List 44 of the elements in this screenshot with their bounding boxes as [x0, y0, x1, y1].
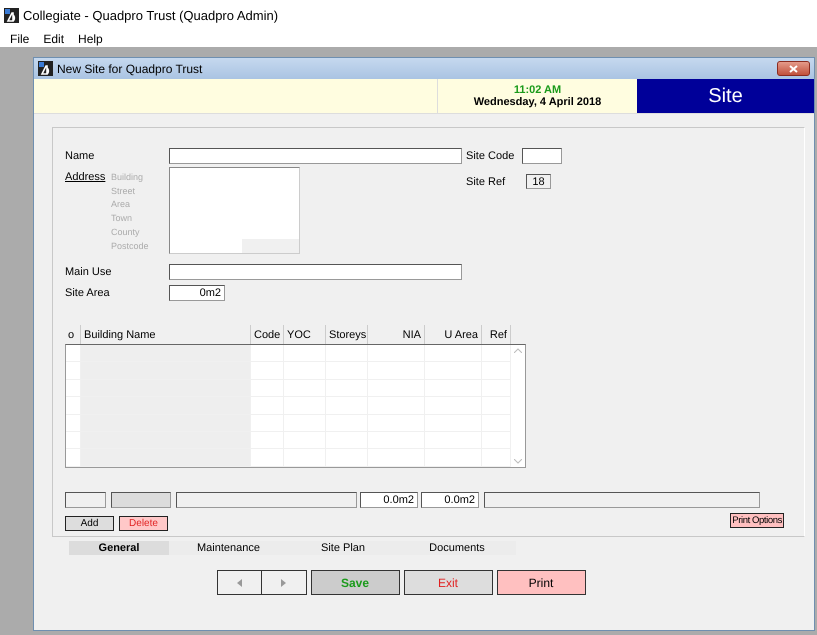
- window-logo-icon: [38, 61, 53, 76]
- tab[interactable]: General: [69, 541, 169, 555]
- field-label: Main Use: [65, 266, 112, 278]
- field-label: Site Code: [465, 150, 516, 162]
- address-link[interactable]: Address: [65, 168, 111, 183]
- address-line-label: Town: [111, 212, 134, 226]
- name-field[interactable]: [169, 148, 462, 164]
- add-button[interactable]: Add: [65, 516, 114, 531]
- tab[interactable]: Documents: [398, 541, 516, 555]
- menu-item[interactable]: File: [10, 32, 30, 46]
- total-field: [111, 492, 171, 508]
- close-icon: [789, 64, 798, 72]
- address-line-label: Postcode: [111, 240, 150, 253]
- main-use-field[interactable]: [169, 264, 462, 280]
- site-ref-value: 18: [526, 174, 551, 189]
- app-title: Collegiate - Quadpro Trust (Quadpro Admin): [23, 8, 278, 22]
- field-label: Name: [65, 150, 96, 162]
- right-triangle-icon: [281, 578, 286, 586]
- exit-button[interactable]: Exit: [404, 570, 492, 595]
- site-area-field[interactable]: 0m2: [169, 285, 225, 301]
- close-button[interactable]: [777, 61, 810, 76]
- print-options-button[interactable]: Print Options: [730, 513, 784, 528]
- tab[interactable]: Maintenance: [169, 541, 288, 555]
- total-field: 0.0m2: [360, 492, 418, 508]
- field-label: Site Area: [65, 287, 111, 299]
- menu-item[interactable]: Help: [78, 32, 103, 46]
- address-line-label: County: [111, 226, 141, 239]
- section-banner: Site: [637, 79, 814, 113]
- total-field: [65, 492, 106, 508]
- clock-date: Wednesday, 4 April 2018: [474, 96, 602, 108]
- left-triangle-icon: [236, 578, 242, 586]
- clock-time: 11:02 AM: [514, 84, 562, 96]
- address-line-label: Street: [111, 184, 136, 198]
- tab[interactable]: Site Plan: [288, 541, 398, 555]
- app-logo-icon: [4, 8, 19, 22]
- window-title: New Site for Quadpro Trust: [57, 62, 202, 76]
- address-line-label: Building: [111, 171, 144, 184]
- site-code-field[interactable]: [522, 148, 562, 164]
- address-field[interactable]: [169, 167, 300, 254]
- print-button[interactable]: Print: [496, 570, 586, 595]
- field-label: Site Ref: [466, 176, 506, 188]
- address-line-label: Area: [111, 198, 132, 212]
- total-field: 0.0m2: [421, 492, 479, 508]
- menu-item[interactable]: Edit: [43, 32, 64, 46]
